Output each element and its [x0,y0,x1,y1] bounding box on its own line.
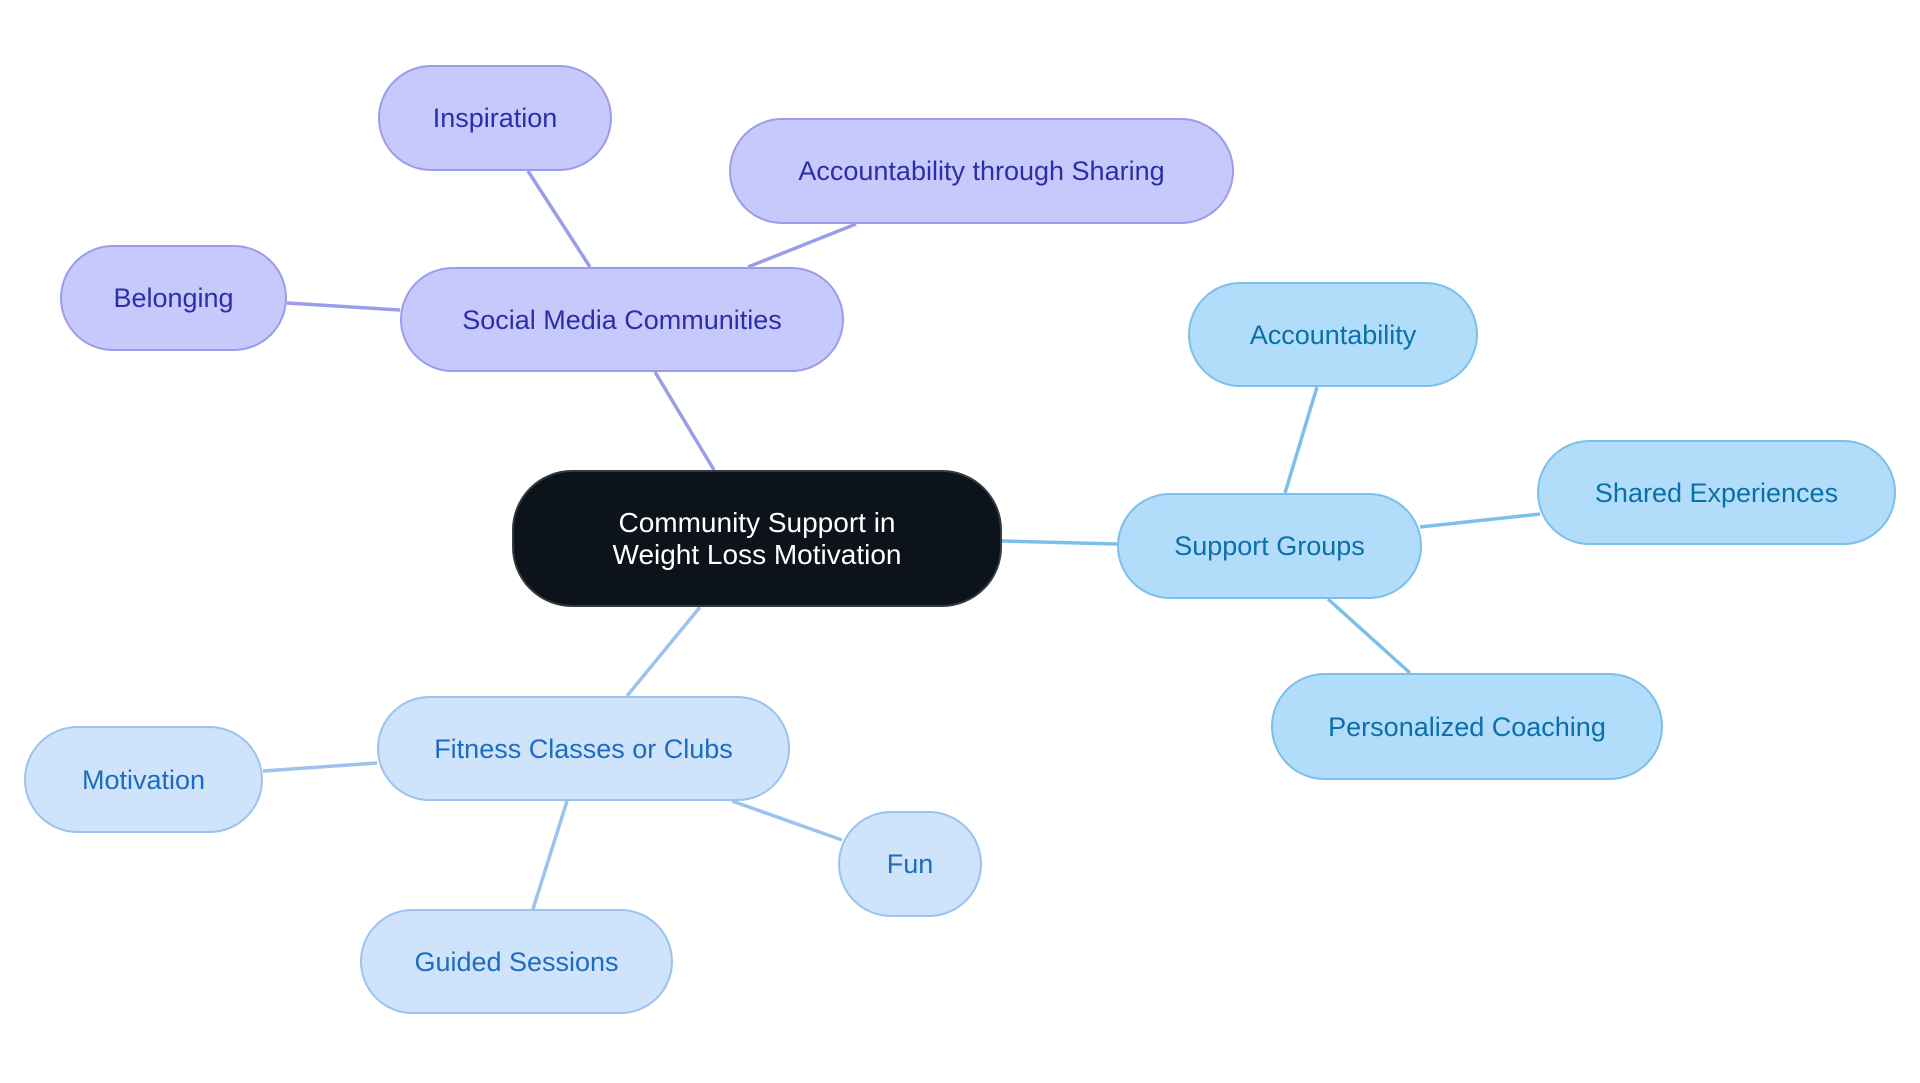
node-accountability[interactable]: Accountability [1188,282,1478,387]
edge-fitness-motivation [262,761,378,773]
node-belonging[interactable]: Belonging [60,245,287,351]
node-motivation[interactable]: Motivation [24,726,263,833]
edge-root-fitness [625,605,702,698]
edge-support-accountability [1283,386,1319,494]
edge-support-shared [1419,512,1541,529]
edge-fitness-guided [531,800,569,910]
node-support-groups[interactable]: Support Groups [1117,493,1422,599]
edge-social-belonging [286,301,401,312]
node-social-media-communities[interactable]: Social Media Communities [400,267,844,372]
edge-support-coaching [1326,597,1412,675]
node-guided-sessions[interactable]: Guided Sessions [360,909,673,1014]
node-inspiration[interactable]: Inspiration [378,65,612,171]
node-fun[interactable]: Fun [838,811,982,917]
node-accountability-through-sharing[interactable]: Accountability through Sharing [729,118,1234,224]
node-shared-experiences[interactable]: Shared Experiences [1537,440,1896,545]
edge-root-social [653,371,716,471]
edge-social-inspiration [526,170,592,268]
edge-fitness-fun [731,799,843,842]
root-node[interactable]: Community Support in Weight Loss Motivat… [512,470,1002,607]
edge-social-sharing [747,222,857,269]
node-personalized-coaching[interactable]: Personalized Coaching [1271,673,1663,780]
node-fitness-classes-or-clubs[interactable]: Fitness Classes or Clubs [377,696,790,801]
edge-root-support [1001,539,1118,546]
